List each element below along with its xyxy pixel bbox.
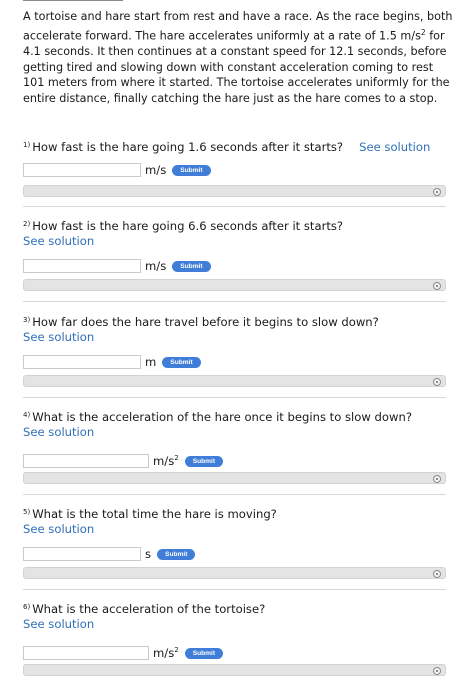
separator-3 (23, 397, 446, 398)
feedback-bar-4 (23, 472, 446, 484)
feedback-bar-2 (23, 279, 446, 291)
submit-button-2[interactable]: Submit (172, 260, 211, 272)
submit-button-3[interactable]: Submit (162, 356, 201, 368)
submit-button-1[interactable]: Submit (172, 164, 211, 176)
see-solution-link-6[interactable]: See solution (23, 617, 453, 632)
question-5-line: 5) What is the total time the hare is mov… (23, 505, 453, 522)
separator-1 (23, 206, 446, 207)
question-3-number: 3) (23, 316, 31, 324)
see-solution-link-5[interactable]: See solution (23, 522, 453, 537)
question-3-text: How far does the hare travel before it b… (32, 315, 379, 329)
question-1-line: 1) How fast is the hare going 1.6 seconds… (23, 138, 453, 155)
expand-icon-4[interactable] (433, 475, 441, 483)
submit-button-4[interactable]: Submit (184, 455, 224, 467)
feedback-bar-3 (23, 375, 446, 387)
answer-row-6: m/s2 Submit (23, 644, 453, 662)
question-2: 2) How fast is the hare going 6.6 seconds… (23, 217, 453, 302)
answer-row-3: m Submit (23, 353, 453, 371)
expand-icon-5[interactable] (433, 570, 441, 578)
answer-row-4: m/s2 Submit (23, 452, 453, 470)
answer-input-5[interactable] (23, 547, 141, 561)
separator-2 (23, 301, 446, 302)
question-4-line: 4) What is the acceleration of the hare o… (23, 408, 453, 425)
unit-label-4: m/s2 (153, 454, 179, 468)
answer-input-4[interactable] (23, 454, 149, 468)
top-divider (23, 0, 123, 1)
answer-input-6[interactable] (23, 646, 149, 660)
expand-icon-2[interactable] (433, 282, 441, 290)
submit-button-6[interactable]: Submit (184, 647, 224, 659)
see-solution-link-2[interactable]: See solution (23, 234, 453, 249)
question-6-text: What is the acceleration of the tortoise… (32, 602, 266, 616)
answer-row-2: m/s Submit (23, 257, 453, 275)
answer-input-2[interactable] (23, 259, 141, 273)
question-1: 1) How fast is the hare going 1.6 seconds… (23, 138, 453, 207)
question-3: 3) How far does the hare travel before it… (23, 313, 453, 398)
unit-label-5: s (145, 547, 152, 561)
question-5: 5) What is the total time the hare is mov… (23, 505, 453, 590)
problem-text-part1: A tortoise and hare start from rest and … (23, 10, 453, 43)
see-solution-link-4[interactable]: See solution (23, 425, 453, 440)
answer-input-3[interactable] (23, 355, 141, 369)
feedback-bar-6 (23, 664, 446, 676)
feedback-bar-1 (23, 185, 446, 197)
unit-label-2: m/s (145, 259, 167, 273)
expand-icon-3[interactable] (433, 378, 441, 386)
question-6: 6) What is the acceleration of the tortoi… (23, 600, 453, 676)
question-2-text: How fast is the hare going 6.6 seconds a… (32, 219, 344, 233)
question-4: 4) What is the acceleration of the hare o… (23, 408, 453, 495)
question-5-text: What is the total time the hare is movin… (32, 507, 277, 521)
question-6-line: 6) What is the acceleration of the tortoi… (23, 600, 453, 617)
question-1-number: 1) (23, 141, 31, 149)
see-solution-link-1[interactable]: See solution (359, 140, 430, 154)
question-2-number: 2) (23, 220, 31, 228)
question-5-number: 5) (23, 508, 31, 516)
expand-icon-6[interactable] (433, 667, 441, 675)
problem-statement: A tortoise and hare start from rest and … (23, 9, 453, 106)
answer-row-1: m/s Submit (23, 161, 453, 179)
question-4-text: What is the acceleration of the hare onc… (32, 410, 412, 424)
unit-label-3: m (145, 355, 157, 369)
question-3-line: 3) How far does the hare travel before it… (23, 313, 453, 330)
answer-row-5: s Submit (23, 545, 453, 563)
unit-label-1: m/s (145, 163, 167, 177)
separator-4 (23, 494, 446, 495)
see-solution-link-3[interactable]: See solution (23, 330, 453, 345)
question-1-text: How fast is the hare going 1.6 seconds a… (32, 140, 344, 154)
question-4-number: 4) (23, 411, 31, 419)
answer-input-1[interactable] (23, 163, 141, 177)
feedback-bar-5 (23, 567, 446, 579)
question-2-line: 2) How fast is the hare going 6.6 seconds… (23, 217, 453, 234)
submit-button-5[interactable]: Submit (157, 548, 196, 560)
unit-label-6: m/s2 (153, 646, 179, 660)
separator-5 (23, 589, 446, 590)
question-6-number: 6) (23, 603, 31, 611)
expand-icon-1[interactable] (433, 188, 441, 196)
